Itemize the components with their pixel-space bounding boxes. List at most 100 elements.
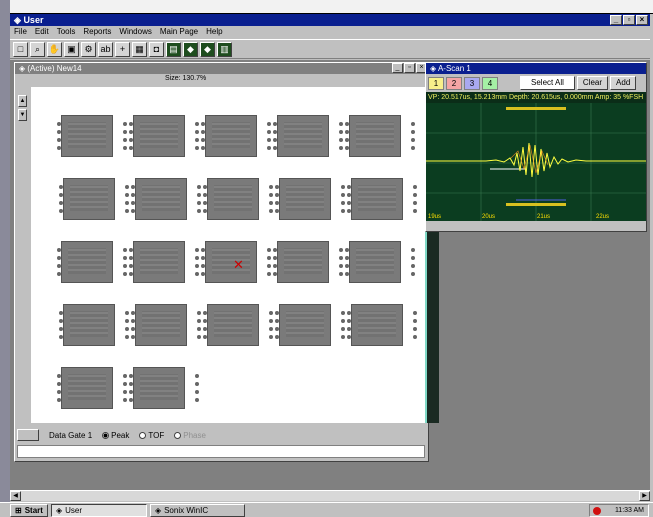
chip-image <box>347 178 417 220</box>
desktop-top-strip <box>0 0 653 14</box>
windows-logo-icon: ⊞ <box>15 505 22 515</box>
cscan-maximize-button[interactable]: ▫ <box>404 63 415 73</box>
desktop-left-strip <box>0 0 10 517</box>
select-icon[interactable]: ▣ <box>64 42 79 57</box>
add-button[interactable]: Add <box>610 76 637 90</box>
horizontal-scrollbar[interactable]: ◀ ▶ <box>10 490 650 501</box>
menu-file[interactable]: File <box>14 26 27 38</box>
system-tray: 11:33 AM <box>589 504 649 517</box>
scroll-left-icon[interactable]: ◀ <box>10 491 21 501</box>
x-tick-label: 22us <box>596 214 610 220</box>
chip-image <box>345 241 415 283</box>
x-tick-label: 21us <box>537 214 551 220</box>
cube-icon[interactable]: ◆ <box>200 42 215 57</box>
crosshair-icon[interactable]: + <box>115 42 130 57</box>
gear-icon[interactable]: ⚙ <box>81 42 96 57</box>
taskbar-item-sonix[interactable]: ◈ Sonix WinIC <box>149 503 245 517</box>
chip-image <box>129 367 199 409</box>
square-icon[interactable]: □ <box>13 42 28 57</box>
gate-3-button[interactable]: 3 <box>464 76 480 90</box>
data-gate-label: Data Gate 1 <box>49 430 93 440</box>
select-all-button[interactable]: Select All <box>520 76 575 90</box>
ascan-window-icon: ◈ <box>430 64 437 73</box>
scroll-right-icon[interactable]: ▶ <box>639 491 650 501</box>
chip-image <box>59 304 129 346</box>
gate-bar-bottom[interactable] <box>506 203 566 206</box>
maximize-button[interactable]: ▫ <box>623 15 635 25</box>
radio-tof-label: TOF <box>148 430 165 440</box>
hand-icon[interactable]: ✋ <box>47 42 62 57</box>
chip-image <box>203 304 273 346</box>
chip-image <box>129 241 199 283</box>
menu-help[interactable]: Help <box>206 26 222 38</box>
chip-image <box>273 241 343 283</box>
radio-tof[interactable]: TOF <box>139 431 164 440</box>
radio-peak-dot <box>102 431 110 439</box>
cscan-title: (Active) New14 <box>27 64 82 73</box>
status-field <box>17 445 425 458</box>
gate-4-button[interactable]: 4 <box>482 76 498 90</box>
radio-phase: Phase <box>174 431 206 440</box>
cscan-titlebar[interactable]: ◈ (Active) New14 _ ▫ × <box>15 63 428 74</box>
chip-image <box>57 115 127 157</box>
radio-phase-dot <box>174 431 182 439</box>
start-label: Start <box>24 505 43 515</box>
save-icon[interactable]: ▦ <box>132 42 147 57</box>
radio-peak-label: Peak <box>111 430 130 440</box>
cscan-minimize-button[interactable]: _ <box>392 63 403 73</box>
cube-icon[interactable]: ◆ <box>183 42 198 57</box>
start-button[interactable]: ⊞ Start <box>10 503 48 517</box>
chip-image <box>129 115 199 157</box>
minimize-button[interactable]: _ <box>610 15 622 25</box>
chip-image <box>201 115 271 157</box>
ascan-readout: VP: 20.517us, 15.213mm Depth: 20.615us, … <box>426 92 646 103</box>
menu-tools[interactable]: Tools <box>57 26 76 38</box>
down-arrow-icon[interactable]: ▼ <box>18 109 27 121</box>
taskbar: ⊞ Start ◈ User ◈ Sonix WinIC 11:33 AM <box>0 502 653 517</box>
menu-main-page[interactable]: Main Page <box>160 26 198 38</box>
chip-image <box>345 115 415 157</box>
menu-bar: File Edit Tools Reports Windows Main Pag… <box>10 26 650 38</box>
clear-button[interactable]: Clear <box>576 76 609 90</box>
cscan-window-icon: ◈ <box>19 64 26 73</box>
x-tick-label: 20us <box>482 214 496 220</box>
ab-icon[interactable]: ab <box>98 42 113 57</box>
ascan-window[interactable]: ◈ A-Scan 1 1 2 3 4 Select All Clear Add … <box>425 62 647 232</box>
taskbar-item-user[interactable]: ◈ User <box>50 503 147 517</box>
chip-image <box>273 115 343 157</box>
cscan-image[interactable]: ✕ <box>31 87 439 423</box>
grid-icon[interactable]: ▤ <box>166 42 181 57</box>
gate-toolbar: 1 2 3 4 Select All Clear Add <box>426 74 646 92</box>
sonix-task-icon: ◈ <box>154 505 162 515</box>
disk-icon[interactable]: ◘ <box>149 42 164 57</box>
chip-image <box>57 367 127 409</box>
app-title: User <box>23 15 44 25</box>
gate-2-button[interactable]: 2 <box>446 76 462 90</box>
radio-peak[interactable]: Peak <box>102 431 129 440</box>
gate-1-button[interactable]: 1 <box>428 76 444 90</box>
menu-windows[interactable]: Windows <box>119 26 151 38</box>
magnify-icon[interactable]: ⌕ <box>30 42 45 57</box>
chip-image <box>275 304 345 346</box>
app-titlebar[interactable]: ◈ User _ ▫ × <box>10 14 650 26</box>
gate-select-button[interactable] <box>17 429 39 441</box>
ascan-plot[interactable]: 19us 20us 21us 22us <box>426 103 646 221</box>
tray-icon[interactable] <box>593 507 601 515</box>
menu-edit[interactable]: Edit <box>35 26 49 38</box>
up-arrow-icon[interactable]: ▲ <box>18 95 27 107</box>
app-task-icon: ◈ <box>55 505 63 515</box>
x-tick-label: 19us <box>428 214 442 220</box>
toolbar: □ ⌕ ✋ ▣ ⚙ ab + ▦ ◘ ▤ ◆ ◆ ▥ <box>10 39 650 59</box>
gate-controls: Data Gate 1 Peak TOF Phase <box>17 427 425 443</box>
ascan-title: A-Scan 1 <box>437 64 471 73</box>
chip-image <box>201 241 271 283</box>
ascan-titlebar[interactable]: ◈ A-Scan 1 <box>426 63 646 74</box>
gate-bar-top[interactable] <box>506 107 566 110</box>
menu-reports[interactable]: Reports <box>83 26 111 38</box>
app-icon: ◈ <box>14 15 21 25</box>
chart-icon[interactable]: ▥ <box>217 42 232 57</box>
cscan-window[interactable]: ◈ (Active) New14 _ ▫ × Size: 130.7% ▲ ▼ … <box>14 62 439 462</box>
close-button[interactable]: × <box>636 15 648 25</box>
chip-image <box>59 178 129 220</box>
ascan-waveform-svg <box>426 103 646 221</box>
